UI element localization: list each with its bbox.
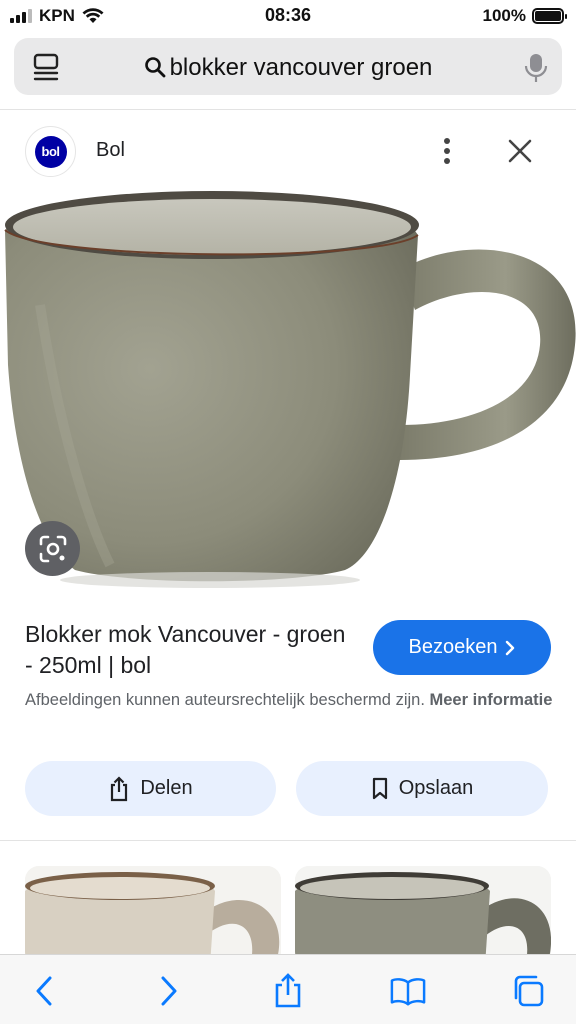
bol-logo: bol — [34, 135, 67, 168]
chevron-right-icon — [506, 640, 515, 655]
search-query: blokker vancouver groen — [169, 54, 433, 81]
bookmarks-button[interactable] — [390, 973, 426, 1009]
status-bar: KPN 08:36 100% — [0, 0, 576, 34]
battery-level — [535, 11, 561, 21]
back-button[interactable] — [26, 973, 62, 1009]
related-mug-green — [295, 866, 551, 966]
battery-icon — [532, 8, 567, 24]
address-bar[interactable]: blokker vancouver groen — [14, 38, 562, 95]
battery-percentage: 100% — [482, 6, 526, 25]
related-mug-beige — [25, 866, 281, 966]
related-image[interactable] — [25, 866, 281, 966]
visit-label: Bezoeken — [408, 636, 498, 658]
share-icon — [275, 973, 301, 1008]
divider — [0, 109, 576, 110]
source-logo[interactable]: bol — [25, 126, 76, 177]
tabs-button[interactable] — [510, 973, 546, 1009]
close-icon[interactable] — [506, 137, 534, 165]
forward-button[interactable] — [151, 973, 187, 1009]
copyright-notice: Afbeeldingen kunnen auteursrechtelijk be… — [25, 688, 555, 712]
more-info-link[interactable]: Meer informatie — [430, 691, 553, 709]
lens-button[interactable] — [25, 521, 80, 576]
more-vertical-icon[interactable] — [436, 135, 458, 167]
bookmark-icon — [372, 777, 387, 799]
forward-icon — [161, 976, 177, 1006]
save-label: Opslaan — [398, 777, 474, 799]
microphone-icon[interactable] — [524, 52, 548, 84]
visit-button[interactable]: Bezoeken — [373, 620, 551, 675]
product-image[interactable] — [0, 185, 576, 600]
source-name[interactable]: Bol — [96, 139, 125, 162]
tabs-icon — [514, 975, 544, 1007]
bookmarks-icon — [390, 978, 426, 1006]
share-button[interactable]: Delen — [25, 761, 276, 816]
product-title[interactable]: Blokker mok Vancouver - groen - 250ml | … — [25, 619, 355, 681]
back-icon — [36, 976, 52, 1006]
related-image[interactable] — [295, 866, 551, 966]
search-icon — [144, 57, 165, 78]
copyright-text: Afbeeldingen kunnen auteursrechtelijk be… — [25, 691, 425, 709]
share-icon — [111, 775, 128, 801]
status-right: 100% — [482, 6, 567, 26]
lens-icon — [39, 535, 66, 562]
share-label: Delen — [140, 777, 193, 799]
url-field[interactable]: blokker vancouver groen — [14, 54, 562, 82]
share-page-button[interactable] — [270, 973, 306, 1009]
browser-toolbar — [0, 954, 576, 1024]
divider — [0, 840, 576, 841]
save-button[interactable]: Opslaan — [296, 761, 548, 816]
